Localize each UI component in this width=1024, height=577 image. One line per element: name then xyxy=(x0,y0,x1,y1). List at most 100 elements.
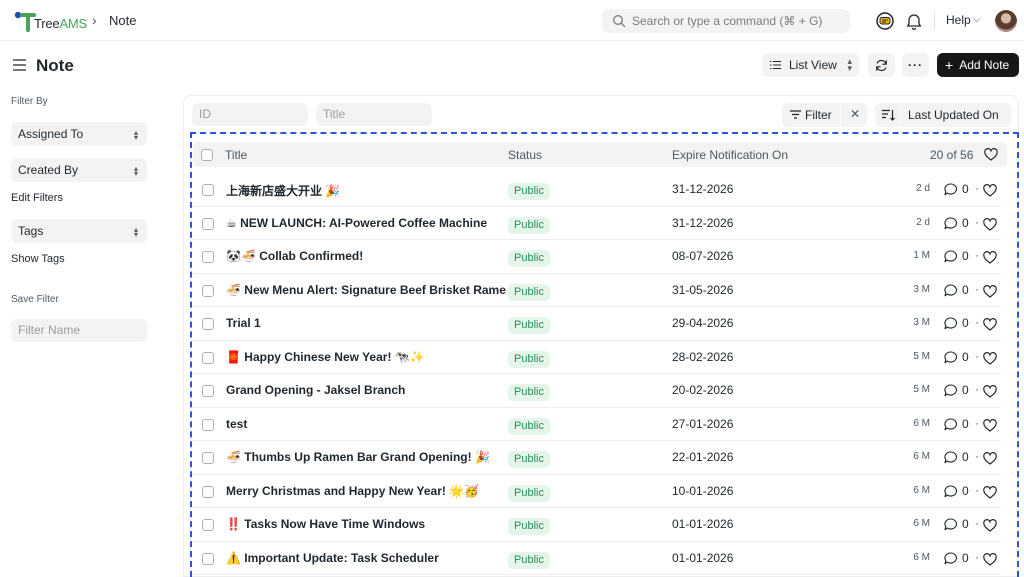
select-all-checkbox[interactable] xyxy=(201,149,213,161)
row-checkbox[interactable] xyxy=(202,184,214,196)
row-expire-date: 10-01-2026 xyxy=(672,483,734,498)
table-row[interactable]: test Public 27-01-2026 6 M 0 · xyxy=(193,408,1001,441)
row-title[interactable]: Trial 1 xyxy=(226,316,261,330)
heart-icon[interactable] xyxy=(983,552,997,566)
assigned-to-select[interactable]: Assigned To ▴ ▾ xyxy=(11,122,147,146)
row-expire-date: 01-01-2026 xyxy=(672,550,734,565)
avatar[interactable] xyxy=(995,10,1017,32)
row-title[interactable]: Merry Christmas and Happy New Year! 🌟🥳 xyxy=(226,484,479,498)
updown-icon: ▴ ▾ xyxy=(133,128,138,142)
row-checkbox[interactable] xyxy=(202,452,214,464)
row-modified-age: 5 M xyxy=(913,384,930,395)
heart-icon[interactable] xyxy=(983,385,997,398)
separator-dot: · xyxy=(975,281,979,296)
row-checkbox[interactable] xyxy=(202,251,214,263)
heart-icon[interactable] xyxy=(983,184,997,197)
row-checkbox[interactable] xyxy=(202,351,214,364)
search-input[interactable]: Search or type a command (⌘ + G) xyxy=(602,9,850,33)
id-filter-input[interactable]: ID xyxy=(192,103,308,126)
table-row[interactable]: ☕ NEW LAUNCH: AI-Powered Coffee Machine P… xyxy=(193,207,1001,240)
title-filter-input[interactable]: Title xyxy=(316,103,432,126)
separator-dot: · xyxy=(975,516,979,530)
heart-icon[interactable] xyxy=(983,351,997,365)
row-expire-date: 28-02-2026 xyxy=(672,349,734,364)
row-checkbox[interactable] xyxy=(202,217,214,230)
column-status[interactable]: Status xyxy=(508,148,542,162)
row-checkbox[interactable] xyxy=(202,318,214,330)
row-checkbox[interactable] xyxy=(202,385,214,397)
table-row[interactable]: 🍜 New Menu Alert: Signature Beef Brisket… xyxy=(193,274,1001,307)
heart-icon[interactable] xyxy=(983,318,997,331)
table-row[interactable]: 🍜 Thumbs Up Ramen Bar Grand Opening! 🎉 Pu… xyxy=(193,441,1001,475)
comment-icon xyxy=(944,250,957,263)
bell-icon[interactable] xyxy=(906,12,922,30)
filter-name-input[interactable]: Filter Name xyxy=(11,319,147,342)
heart-icon[interactable] xyxy=(983,217,997,231)
row-checkbox[interactable] xyxy=(202,519,214,531)
row-title[interactable]: 🍜 Thumbs Up Ramen Bar Grand Opening! 🎉 xyxy=(226,450,490,464)
comment-icon xyxy=(944,484,957,497)
add-note-button[interactable]: + Add Note xyxy=(937,53,1019,77)
column-expire[interactable]: Expire Notification On xyxy=(672,148,788,162)
separator-dot: · xyxy=(975,482,979,497)
refresh-button[interactable] xyxy=(868,53,895,77)
row-title[interactable]: 🐼🍜 Collab Confirmed! xyxy=(226,249,363,263)
row-title[interactable]: test xyxy=(226,417,247,431)
sort-divider xyxy=(900,103,901,127)
table-row[interactable]: Grand Opening - Jaksel Branch Public 20-02… xyxy=(193,374,1001,408)
column-title[interactable]: Title xyxy=(225,148,247,162)
row-checkbox[interactable] xyxy=(202,552,214,565)
chevron-down-icon: ⌵ xyxy=(973,14,981,25)
heart-icon[interactable] xyxy=(983,452,997,465)
list-view-select[interactable]: List View ▴ ▾ xyxy=(762,53,859,77)
table-row[interactable]: Merry Christmas and Happy New Year! 🌟🥳 Pu… xyxy=(193,475,1001,508)
created-by-select[interactable]: Created By ▴ ▾ xyxy=(11,158,147,182)
row-title[interactable]: ‼️ Tasks Now Have Time Windows xyxy=(226,517,425,531)
row-checkbox[interactable] xyxy=(202,485,214,498)
chat-icon[interactable] xyxy=(875,11,895,31)
separator-dot: · xyxy=(975,549,979,564)
table-row[interactable]: 🧧 Happy Chinese New Year! 🐄✨ Public 28-02-… xyxy=(193,341,1001,374)
separator-dot: · xyxy=(975,382,979,396)
sort-button[interactable]: Last Updated On xyxy=(875,103,1011,127)
row-title[interactable]: Grand Opening - Jaksel Branch xyxy=(226,383,405,397)
comment-icon xyxy=(944,350,957,363)
table-row[interactable]: 🐼🍜 Collab Confirmed! Public 08-07-2026 1 M 0… xyxy=(193,240,1001,274)
row-expire-date: 08-07-2026 xyxy=(672,249,734,263)
show-tags-link[interactable]: Show Tags xyxy=(11,253,65,265)
row-title[interactable]: 🧧 Happy Chinese New Year! 🐄✨ xyxy=(226,350,425,364)
row-checkbox[interactable] xyxy=(202,418,214,431)
row-title[interactable]: 上海新店盛大开业 🎉 xyxy=(226,182,340,199)
row-modified-age: 3 M xyxy=(913,283,930,295)
row-title[interactable]: ☕ NEW LAUNCH: AI-Powered Coffee Machine xyxy=(226,216,487,230)
updown-icon: ▴ ▾ xyxy=(133,164,138,178)
status-badge: Public xyxy=(508,451,550,468)
table-row[interactable]: ‼️ Tasks Now Have Time Windows Public 01-0… xyxy=(193,508,1001,542)
tags-select[interactable]: Tags ▴ ▾ xyxy=(11,219,147,243)
table-row[interactable]: Trial 1 Public 29-04-2026 3 M 0 · xyxy=(193,307,1001,341)
heart-icon[interactable] xyxy=(983,418,997,432)
row-checkbox[interactable] xyxy=(202,284,214,297)
filter-by-label: Filter By xyxy=(11,96,48,107)
heart-icon[interactable] xyxy=(983,485,997,499)
heart-icon[interactable] xyxy=(983,284,997,298)
breadcrumb[interactable]: Note xyxy=(109,13,136,28)
row-title[interactable]: 🍜 New Menu Alert: Signature Beef Brisket… xyxy=(226,283,506,297)
heart-icon[interactable] xyxy=(983,519,997,532)
refresh-icon xyxy=(876,59,887,71)
help-menu[interactable]: Help xyxy=(946,13,971,27)
status-badge: Public xyxy=(508,283,550,301)
row-title[interactable]: ⚠️ Important Update: Task Scheduler xyxy=(226,551,439,565)
comment-icon xyxy=(944,216,957,229)
heart-icon[interactable] xyxy=(983,251,997,264)
table-row[interactable]: ⚠️ Important Update: Task Scheduler Publi… xyxy=(193,542,1001,575)
status-badge: Public xyxy=(508,317,550,334)
row-modified-age: 5 M xyxy=(913,350,930,362)
table-row[interactable]: 上海新店盛大开业 🎉 Public 31-12-2026 2 d 0 · xyxy=(193,173,1001,207)
menu-toggle-icon[interactable] xyxy=(13,58,26,72)
more-options-button[interactable]: ··· xyxy=(902,53,929,77)
filter-button[interactable]: Filter ✕ xyxy=(782,103,867,127)
edit-filters-link[interactable]: Edit Filters xyxy=(11,192,63,204)
heart-icon[interactable] xyxy=(984,148,998,161)
clear-filter-icon[interactable]: ✕ xyxy=(850,107,860,121)
